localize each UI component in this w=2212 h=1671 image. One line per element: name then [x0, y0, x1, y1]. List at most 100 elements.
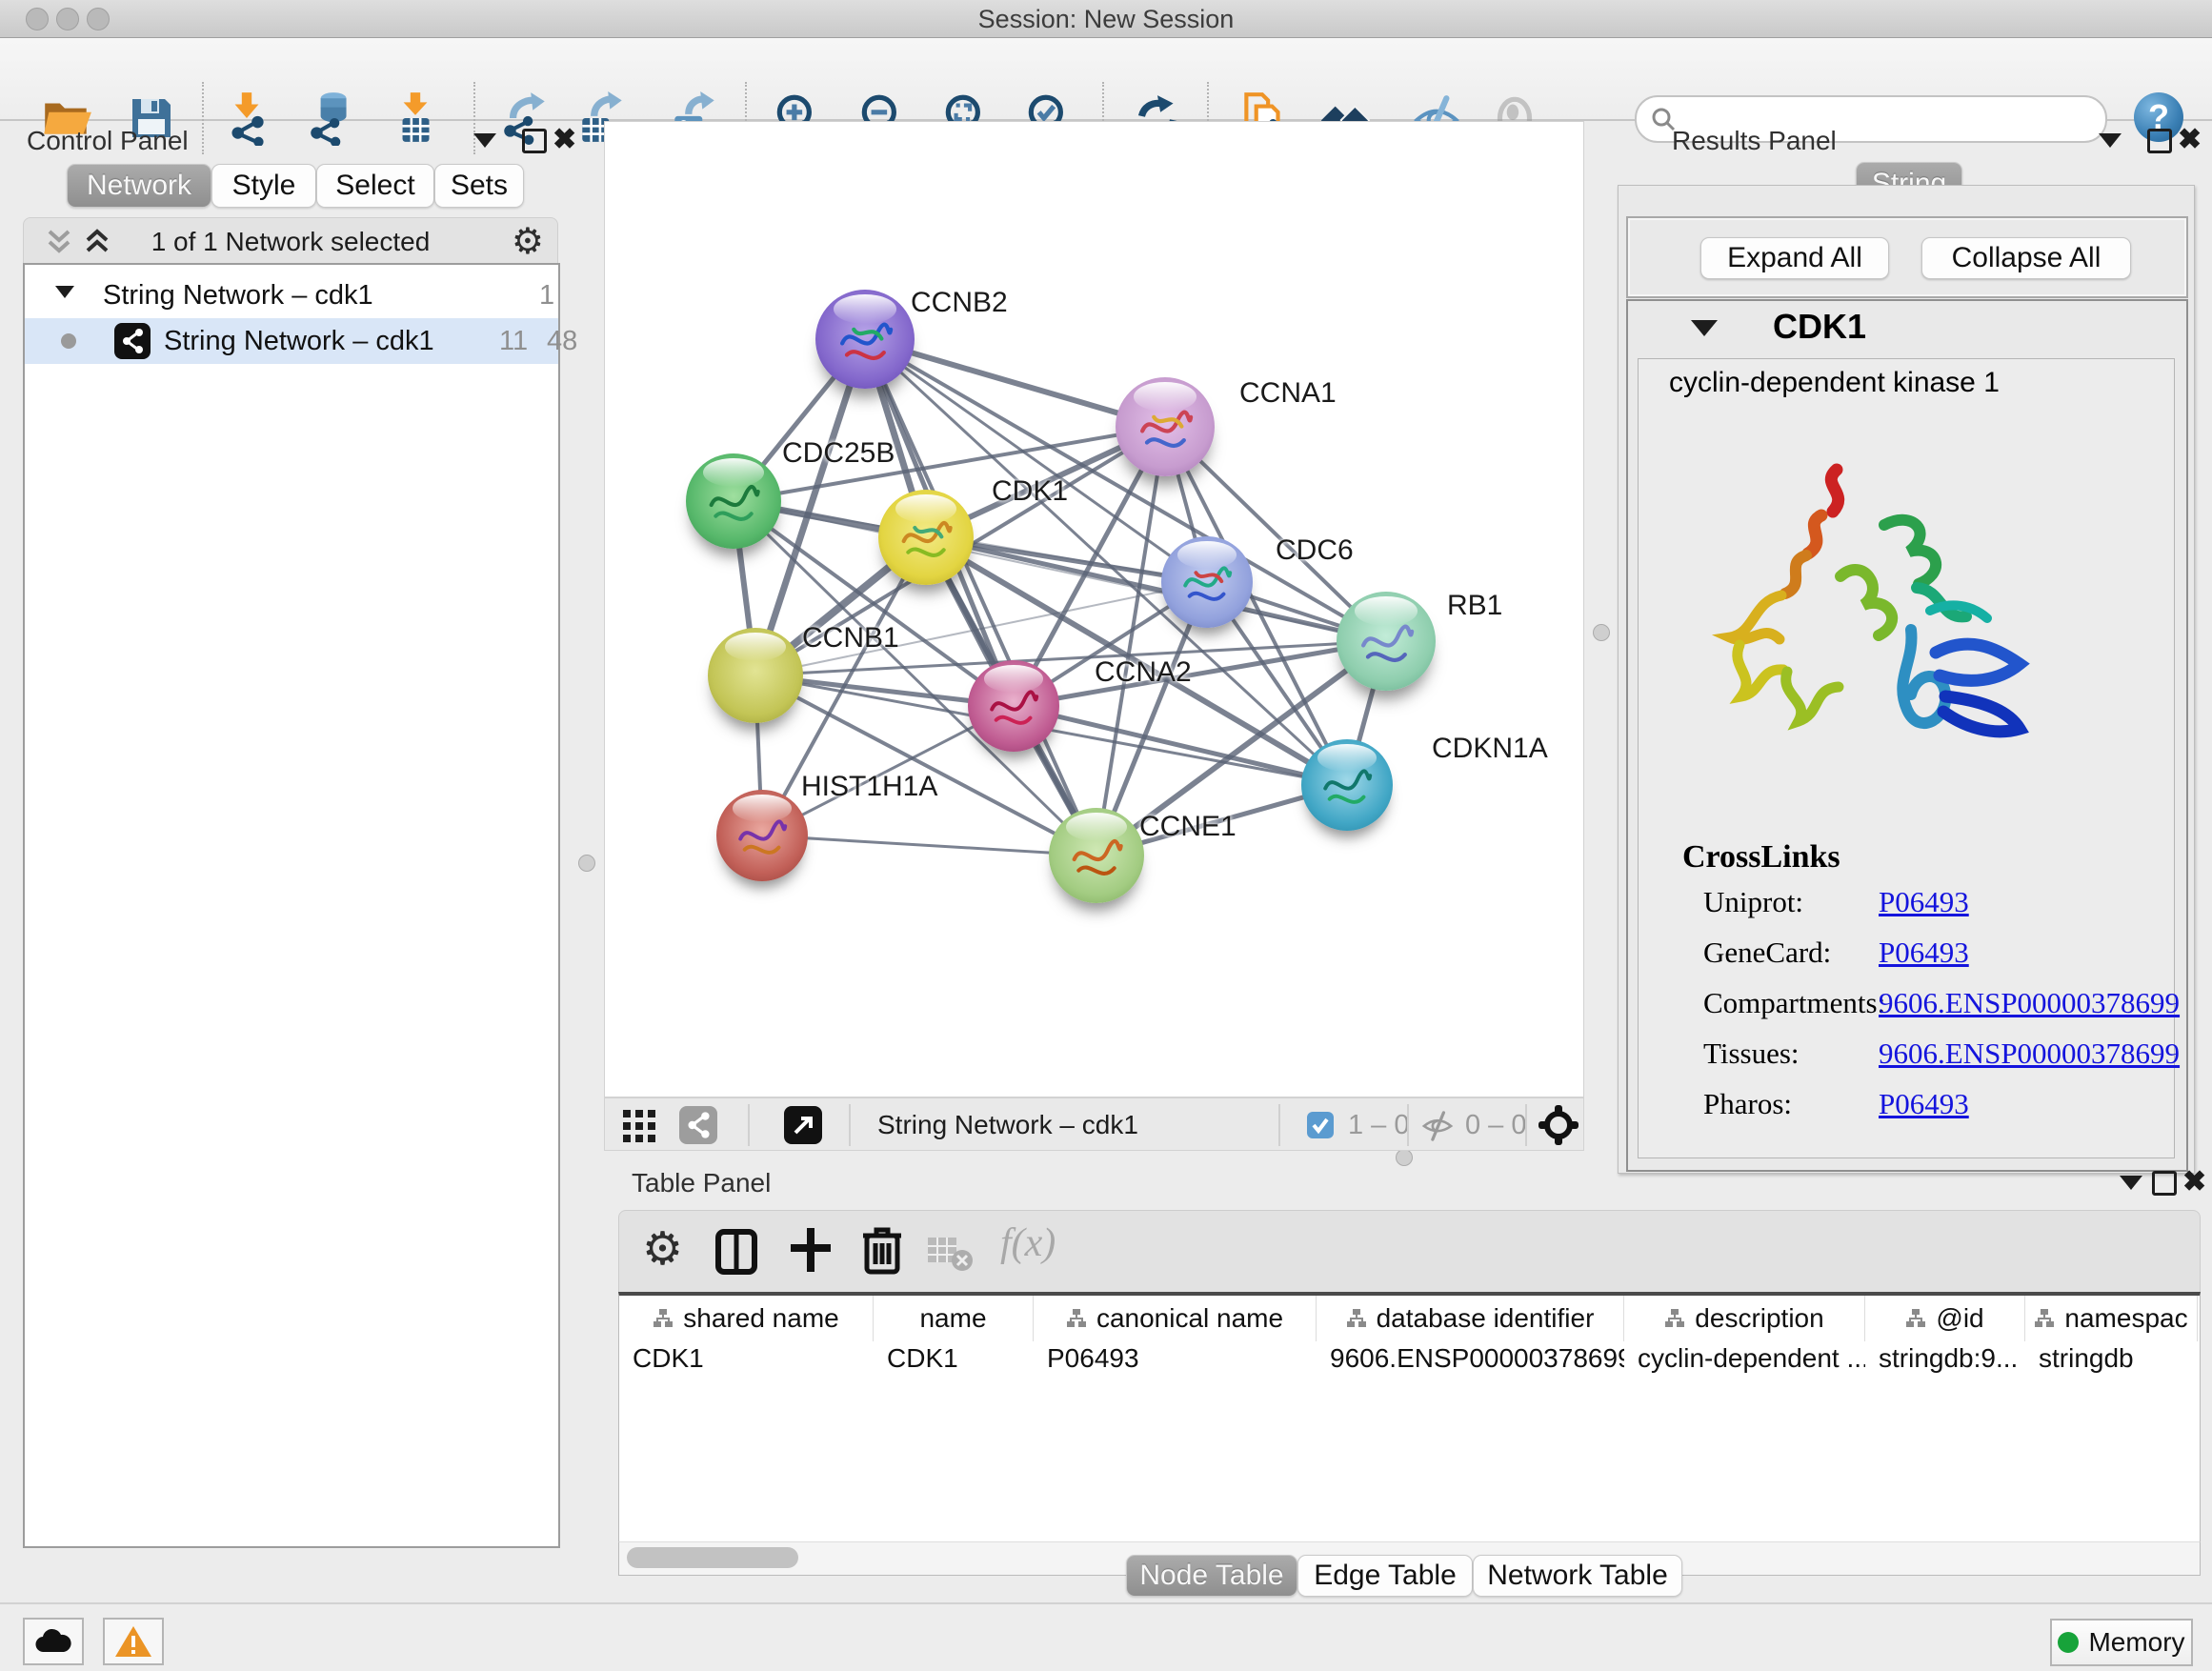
column-header-namespac[interactable]: namespac: [2025, 1296, 2198, 1341]
table-cell[interactable]: 9606.ENSP00000378699: [1317, 1343, 1624, 1385]
scrollbar-thumb[interactable]: [627, 1547, 798, 1568]
detach-view-icon[interactable]: [784, 1106, 822, 1144]
network-row-selected[interactable]: String Network – cdk1 11 48: [25, 318, 558, 364]
node-rb1[interactable]: [1337, 592, 1436, 691]
expand-collapse-box: Expand All Collapse All: [1626, 216, 2188, 298]
table-settings-gear-icon[interactable]: ⚙: [642, 1222, 683, 1276]
node-ccna2[interactable]: [968, 660, 1059, 752]
panel-float-icon[interactable]: [2152, 1171, 2177, 1196]
column-label: database identifier: [1377, 1303, 1595, 1334]
table-cell[interactable]: P06493: [1034, 1343, 1317, 1385]
warning-icon: [114, 1625, 152, 1658]
crosslink-label: Pharos:: [1703, 1087, 1792, 1121]
edge-hist1h1a-ccne1[interactable]: [762, 836, 1096, 856]
column-header--id[interactable]: @id: [1865, 1296, 2025, 1341]
gene-disclosure-icon[interactable]: [1691, 320, 1718, 336]
create-column-icon[interactable]: [787, 1226, 835, 1274]
show-columns-icon[interactable]: [713, 1228, 760, 1276]
control-panel: Control Panel ✖ NetworkStyleSelectSets 1…: [11, 122, 568, 1581]
crosslink-label: Tissues:: [1703, 1037, 1800, 1071]
network-collection-row[interactable]: String Network – cdk1 1: [25, 272, 558, 318]
column-header-database-identifier[interactable]: database identifier: [1317, 1296, 1624, 1341]
network-view-share-icon[interactable]: [679, 1106, 717, 1144]
memory-status-icon: [2058, 1632, 2079, 1653]
node-ccne1[interactable]: [1049, 808, 1144, 903]
column-header-description[interactable]: description: [1624, 1296, 1865, 1341]
column-header-name[interactable]: name: [874, 1296, 1034, 1341]
protein-structure-image: [1696, 433, 2058, 805]
table-cell[interactable]: CDK1: [874, 1343, 1034, 1385]
crosslink-label: Uniprot:: [1703, 885, 1803, 919]
left-splitter-handle[interactable]: [578, 855, 595, 872]
warnings-button[interactable]: [103, 1618, 164, 1665]
node-cdc25b[interactable]: [686, 453, 781, 549]
tab-edge-table[interactable]: Edge Table: [1297, 1555, 1473, 1597]
string-results-container: Expand All Collapse All CDK1 cyclin-depe…: [1618, 185, 2195, 1174]
column-header-shared-name[interactable]: shared name: [619, 1296, 874, 1341]
grid-view-icon[interactable]: [622, 1109, 656, 1143]
crosslink-link[interactable]: 9606.ENSP00000378699: [1879, 1037, 2180, 1071]
collection-disclosure-icon[interactable]: [55, 286, 74, 298]
delete-table-icon[interactable]: [926, 1234, 974, 1272]
node-ccna1[interactable]: [1116, 377, 1215, 476]
right-splitter-handle[interactable]: [1593, 624, 1610, 641]
protein-thumbnail-icon: [981, 677, 1045, 741]
column-header-canonical-name[interactable]: canonical name: [1034, 1296, 1317, 1341]
node-ccnb2[interactable]: [815, 290, 915, 389]
tab-network[interactable]: Network: [67, 164, 211, 208]
title-bar: Session: New Session: [0, 0, 2212, 38]
selected-checkbox-icon[interactable]: [1307, 1112, 1334, 1138]
node-cdkn1a[interactable]: [1301, 739, 1393, 831]
crosslink-label: GeneCard:: [1703, 936, 1831, 970]
panel-close-icon[interactable]: ✖: [553, 126, 576, 154]
collapse-all-button[interactable]: Collapse All: [1921, 237, 2131, 279]
crosslink-link[interactable]: P06493: [1879, 936, 1969, 970]
panel-menu-icon[interactable]: [473, 133, 496, 148]
network-options-gear-icon[interactable]: ⚙: [512, 220, 544, 263]
node-hist1h1a[interactable]: [716, 790, 808, 881]
column-type-icon: [1905, 1308, 1926, 1329]
tab-select[interactable]: Select: [316, 164, 434, 208]
edge-ccna2-cdkn1a[interactable]: [1014, 706, 1347, 785]
birdseye-view-icon[interactable]: [1538, 1105, 1579, 1145]
node-cdc6[interactable]: [1161, 536, 1253, 628]
table-cell[interactable]: CDK1: [619, 1343, 874, 1385]
expand-all-button[interactable]: Expand All: [1700, 237, 1889, 279]
node-label-cdk1: CDK1: [992, 475, 1068, 508]
node-ccnb1[interactable]: [708, 628, 803, 723]
navbar-separator: [849, 1104, 851, 1146]
column-type-icon: [653, 1308, 674, 1329]
panel-float-icon[interactable]: [522, 129, 547, 153]
cytoscape-window: Session: New Session: [0, 0, 2212, 1671]
panel-close-icon[interactable]: ✖: [2182, 1168, 2206, 1197]
table-cell[interactable]: stringdb:9...: [1865, 1343, 2025, 1385]
panel-close-icon[interactable]: ✖: [2178, 126, 2202, 154]
node-label-ccnb1: CCNB1: [802, 622, 899, 654]
network-canvas[interactable]: CCNB2CCNA1CDC25BCDK1CDC6RB1CCNB1CCNA2CDK…: [604, 121, 1584, 1097]
tab-network-table[interactable]: Network Table: [1473, 1555, 1682, 1597]
table-cell[interactable]: stringdb: [2025, 1343, 2198, 1385]
node-cdk1[interactable]: [878, 490, 974, 585]
navbar-separator: [1407, 1104, 1409, 1146]
cloud-button[interactable]: [23, 1618, 84, 1665]
node-table[interactable]: shared namenamecanonical name database id…: [618, 1292, 2201, 1545]
crosslink-link[interactable]: 9606.ENSP00000378699: [1879, 986, 2180, 1020]
results-panel: Results Panel ✖ String Expand All Collap…: [1618, 122, 2208, 1151]
crosslink-label: Compartments:: [1703, 986, 1885, 1020]
function-builder-icon[interactable]: f(x): [1000, 1220, 1056, 1266]
tab-node-table[interactable]: Node Table: [1126, 1555, 1297, 1597]
network-node-count: 11: [499, 326, 528, 357]
panel-menu-icon[interactable]: [2099, 133, 2122, 148]
delete-column-icon[interactable]: [859, 1224, 905, 1276]
tab-sets[interactable]: Sets: [434, 164, 524, 208]
panel-float-icon[interactable]: [2147, 129, 2172, 153]
crosslink-link[interactable]: P06493: [1879, 1087, 1969, 1121]
panel-menu-icon[interactable]: [2120, 1176, 2142, 1190]
network-tree: String Network – cdk1 1 String Network –…: [23, 263, 560, 1548]
column-label: @id: [1936, 1303, 1983, 1334]
crosslink-link[interactable]: P06493: [1879, 885, 1969, 919]
node-label-ccna2: CCNA2: [1095, 656, 1192, 689]
table-cell[interactable]: cyclin-dependent ...: [1624, 1343, 1865, 1385]
tab-style[interactable]: Style: [211, 164, 316, 208]
memory-button[interactable]: Memory: [2050, 1619, 2193, 1666]
